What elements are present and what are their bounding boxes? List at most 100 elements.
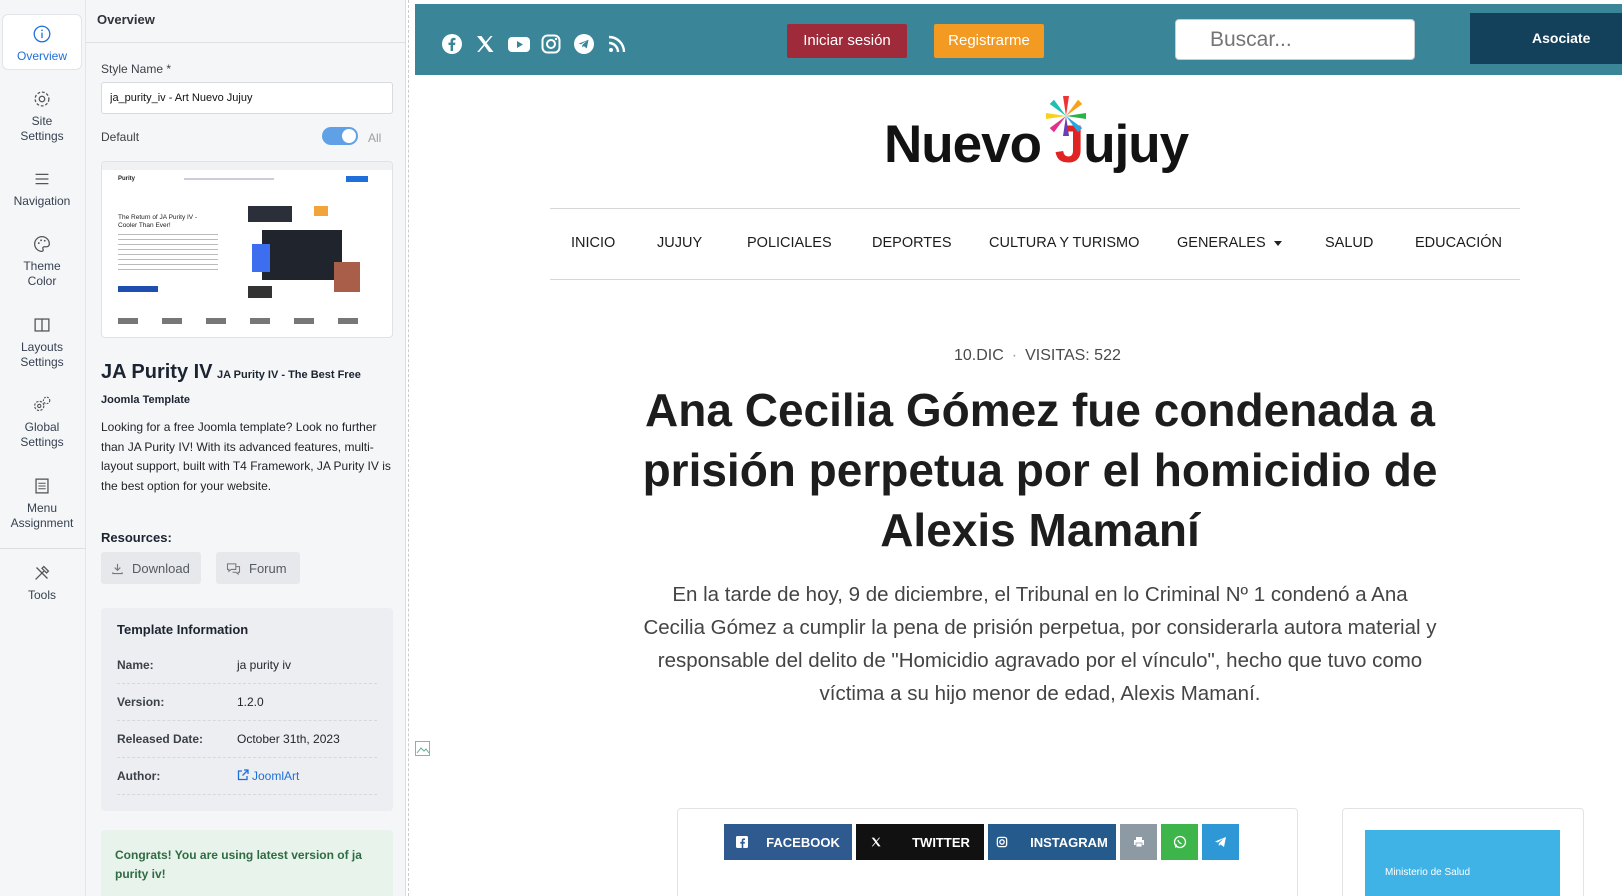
facebook-icon[interactable] (441, 33, 463, 55)
social-links (441, 33, 628, 55)
download-label: Download (132, 560, 190, 576)
template-description: Looking for a free Joomla template? Look… (101, 420, 391, 493)
forum-button[interactable]: Forum (216, 552, 300, 584)
gear-icon (34, 91, 50, 107)
advertisement-banner[interactable]: Ministerio de Salud (1365, 830, 1560, 896)
forum-label: Forum (249, 560, 287, 576)
info-key: Released Date: (117, 732, 204, 746)
style-name-input[interactable] (101, 82, 393, 114)
main-navigation: INICIO JUJUY POLICIALES DEPORTES CULTURA… (550, 208, 1520, 280)
info-value: 1.2.0 (237, 695, 264, 709)
thumbnail-hero-title: The Return of JA Purity IV - Cooler Than… (118, 214, 198, 229)
chat-icon (226, 562, 241, 575)
logo-text-end: ujuy (1083, 115, 1189, 174)
thumbnail-brand: Purity (118, 176, 136, 182)
nav-item-salud[interactable]: SALUD (1325, 235, 1373, 251)
whatsapp-icon (1173, 835, 1186, 849)
template-thumbnail: Purity The Return of JA Purity IV - Cool… (101, 161, 393, 338)
rail-item-navigation[interactable]: Navigation (2, 168, 82, 209)
rail-item-site-settings[interactable]: Site Settings (2, 88, 82, 144)
nav-item-label: GENERALES (1177, 235, 1266, 251)
info-key: Author: (117, 769, 161, 783)
download-button[interactable]: Download (101, 552, 201, 584)
author-link[interactable]: JoomlArt (237, 769, 299, 783)
twitter-share-label: TWITTER (912, 834, 970, 850)
print-button[interactable] (1120, 824, 1157, 860)
info-row: Name: ja purity iv (117, 647, 377, 684)
info-value: ja purity iv (237, 658, 292, 672)
external-link-icon (237, 769, 249, 781)
rail-item-theme-color[interactable]: Theme Color (2, 233, 82, 289)
telegram-icon[interactable] (573, 33, 595, 55)
ad-text: Ministerio de Salud (1385, 867, 1471, 878)
rail-item-global-settings[interactable]: Global Settings (2, 394, 82, 450)
list-icon (35, 478, 49, 494)
template-information: Template Information Name: ja purity iv … (101, 608, 393, 811)
nav-item-deportes[interactable]: DEPORTES (872, 235, 952, 251)
nav-item-policiales[interactable]: POLICIALES (747, 235, 832, 251)
facebook-share-label: FACEBOOK (766, 834, 840, 850)
logo-text: Nuevo (884, 115, 1055, 174)
overview-panel: Overview Style Name * Default All Purity… (86, 0, 406, 896)
whatsapp-share-button[interactable] (1161, 824, 1198, 860)
instagram-icon[interactable] (540, 33, 562, 55)
login-button[interactable]: Iniciar sesión (787, 24, 907, 58)
info-row: Version: 1.2.0 (117, 684, 377, 721)
rail-label: Tools (27, 588, 56, 602)
site-logo[interactable]: Nuevo Jujuy (884, 114, 1189, 175)
print-icon (1133, 837, 1144, 848)
meta-separator: · (1011, 347, 1018, 364)
info-value: October 31th, 2023 (237, 732, 340, 746)
x-icon[interactable] (474, 33, 496, 55)
sidebar-rail: Overview Site Settings Navigation Theme Co… (0, 0, 86, 896)
version-status-message: Congrats! You are using latest version o… (101, 830, 393, 896)
rail-item-overview[interactable]: Overview (2, 14, 82, 70)
rail-item-tools[interactable]: Tools (2, 562, 82, 603)
author-name: JoomlArt (252, 769, 300, 783)
rail-divider (0, 548, 86, 549)
rail-item-layouts-settings[interactable]: Layouts Settings (2, 314, 82, 370)
info-title: Template Information (117, 622, 249, 637)
article-date: 10.DIC (954, 347, 1004, 364)
twitter-share-button[interactable]: TWITTER (856, 824, 984, 860)
rail-item-menu-assignment[interactable]: Menu Assignment (2, 475, 82, 531)
register-button[interactable]: Registrarme (934, 24, 1044, 58)
instagram-share-button[interactable]: INSTAGRAM (988, 824, 1116, 860)
style-name-label: Style Name * (101, 62, 172, 76)
facebook-icon (736, 836, 749, 848)
rail-label: Global Settings (20, 420, 64, 449)
rss-icon[interactable] (606, 33, 628, 55)
search-input[interactable] (1175, 19, 1415, 60)
default-toggle-text: All (368, 131, 382, 145)
asociate-button[interactable]: Asociate (1470, 13, 1622, 64)
nav-item-inicio[interactable]: INICIO (571, 235, 615, 251)
gears-icon (34, 396, 51, 412)
article-lead: En la tarde de hoy, 9 de diciembre, el T… (643, 583, 1437, 705)
youtube-icon[interactable] (507, 33, 530, 55)
instagram-icon (996, 836, 1008, 848)
nav-item-cultura-y-turismo[interactable]: CULTURA Y TURISMO (989, 235, 1139, 251)
info-key: Name: (117, 658, 154, 672)
rail-label: Site Settings (20, 114, 64, 143)
layout-icon (34, 318, 50, 332)
facebook-share-button[interactable]: FACEBOOK (724, 824, 852, 860)
rail-label: Navigation (13, 194, 71, 208)
info-icon (33, 25, 51, 43)
rail-label: Overview (16, 49, 67, 63)
telegram-share-button[interactable] (1202, 824, 1239, 860)
logo-burst-icon (1046, 96, 1086, 136)
template-heading: JA Purity IV JA Purity IV - The Best Fre… (101, 360, 396, 412)
download-icon (112, 563, 123, 574)
rail-label: Menu Assignment (10, 501, 74, 530)
article-headline: Ana Cecilia Gómez fue condenada a prisió… (642, 384, 1438, 556)
panel-title: Overview (86, 0, 405, 43)
nav-item-generales[interactable]: GENERALES (1177, 235, 1282, 251)
instagram-share-label: INSTAGRAM (1030, 834, 1108, 850)
template-name: JA Purity IV (101, 361, 213, 383)
info-row: Released Date: October 31th, 2023 (117, 721, 377, 758)
default-label: Default (101, 130, 140, 144)
nav-item-jujuy[interactable]: JUJUY (657, 235, 702, 251)
default-toggle[interactable] (322, 127, 358, 145)
nav-item-educacion[interactable]: EDUCACIÓN (1415, 235, 1502, 251)
info-row: Author: JoomlArt (117, 758, 377, 795)
